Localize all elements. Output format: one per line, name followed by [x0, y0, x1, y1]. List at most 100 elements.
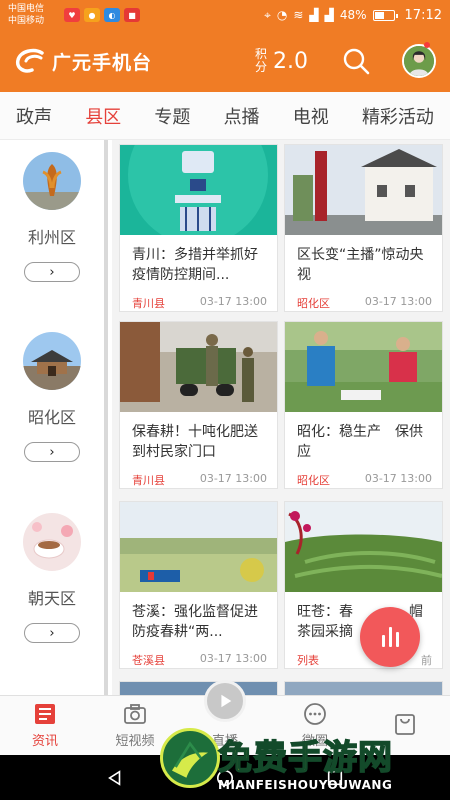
news-tag: 青川县	[132, 297, 165, 310]
district-image	[23, 513, 81, 571]
home-icon[interactable]	[216, 769, 234, 787]
carrier-info: 中国电信 中国移动	[8, 3, 62, 27]
news-thumbnail	[285, 502, 442, 592]
tab-politics[interactable]: 政声	[16, 103, 52, 129]
app-logo[interactable]: 广元手机台	[14, 48, 152, 75]
expand-button[interactable]: ›	[24, 262, 80, 282]
news-meta: 昭化区 03-17 13:00	[285, 467, 442, 488]
audio-float-button[interactable]	[360, 607, 420, 667]
news-card[interactable]	[284, 681, 443, 695]
district-image-chaotian	[23, 513, 81, 571]
news-time: 03-17 13:00	[199, 295, 267, 308]
back-icon[interactable]	[106, 769, 124, 787]
news-title: 保春耕！十吨化肥送到村民家门口	[132, 424, 258, 460]
wifi-icon: ≋	[293, 8, 304, 22]
tab-on-demand[interactable]: 点播	[224, 103, 260, 129]
logo-icon	[15, 48, 44, 73]
clock: 17:12	[404, 7, 442, 23]
sidebar-scrollbar[interactable]	[104, 140, 108, 695]
app-notification-icon: ■	[124, 8, 140, 22]
news-tag: 昭化区	[297, 474, 330, 487]
news-card[interactable]: 昭化：稳生产 保供应 昭化区 03-17 13:00	[284, 321, 443, 489]
bar-icon	[388, 627, 392, 647]
expand-button[interactable]: ›	[24, 623, 80, 643]
notification-dot	[424, 42, 430, 48]
news-icon	[35, 704, 55, 724]
nav-circle[interactable]: 微圈	[270, 696, 360, 755]
news-card[interactable]	[119, 681, 278, 695]
nav-short-video[interactable]: 短视频	[90, 696, 180, 755]
live-play-button[interactable]	[204, 680, 246, 722]
news-time: 03-17 13:00	[364, 472, 432, 485]
news-card[interactable]: 区长变“主播”惊动央视 昭化区 03-17 13:00	[284, 144, 443, 312]
app-name: 广元手机台	[52, 51, 153, 74]
district-image-lizhou	[23, 152, 81, 210]
signal-icon: ▟	[324, 8, 334, 22]
nav-shop[interactable]	[360, 696, 450, 755]
tab-districts[interactable]: 县区	[85, 103, 121, 129]
news-card[interactable]: 保春耕！十吨化肥送到村民家门口 青川县 03-17 13:00	[119, 321, 278, 489]
district-name: 朝天区	[27, 589, 76, 608]
news-tag: 昭化区	[297, 297, 330, 310]
district-item[interactable]: 朝天区 ›	[0, 513, 104, 643]
news-time: 03-17 13:00	[199, 652, 267, 665]
location-icon: ⌖	[264, 7, 271, 22]
news-tag: 青川县	[132, 474, 165, 487]
expand-button[interactable]: ›	[24, 442, 80, 462]
avatar[interactable]	[402, 44, 436, 78]
news-thumbnail	[120, 322, 277, 412]
news-meta: 青川县 03-17 13:00	[120, 290, 277, 311]
news-meta: 苍溪县 03-17 13:00	[120, 647, 277, 668]
tab-activities[interactable]: 精彩活动	[362, 103, 434, 129]
app-notification-icon: ●	[84, 8, 100, 22]
tab-topics[interactable]: 专题	[154, 103, 190, 129]
points-display[interactable]: 积分 2.0	[255, 48, 308, 74]
bar-icon	[381, 635, 385, 647]
district-item[interactable]: 昭化区 ›	[0, 332, 104, 462]
carrier-1: 中国电信	[8, 4, 45, 14]
news-card[interactable]: 青川：多措并举抓好疫情防控期间... 青川县 03-17 13:00	[119, 144, 278, 312]
status-indicators: ⌖ ◔ ≋ ▟ ▟ 48% 17:12	[264, 8, 442, 23]
recent-apps-icon[interactable]	[326, 769, 344, 787]
battery-percent: 48%	[339, 8, 367, 22]
bag-icon	[395, 713, 415, 735]
news-title: 区长变“主播”惊动央视	[297, 247, 424, 283]
news-thumbnail	[285, 322, 442, 412]
tab-tv[interactable]: 电视	[293, 103, 329, 129]
profile-photo	[404, 46, 434, 76]
news-image	[120, 322, 277, 412]
news-card[interactable]: 苍溪：强化监督促进防疫春耕“两... 苍溪县 03-17 13:00	[119, 501, 278, 669]
news-image	[120, 502, 277, 592]
news-thumbnail	[120, 682, 277, 695]
district-item[interactable]: 利州区 ›	[0, 152, 104, 282]
nav-label: 短视频	[115, 734, 155, 749]
notification-icons: ♥ ● ◐ ■	[64, 8, 140, 22]
battery-icon	[372, 9, 398, 21]
district-sidebar: 利州区 › 昭化区 › 朝天区 ›	[0, 140, 108, 695]
camera-icon	[124, 704, 146, 724]
news-title: 青川：多措并举抓好疫情防控期间...	[132, 247, 258, 283]
news-tag: 列表	[297, 654, 319, 667]
news-image	[285, 322, 442, 412]
news-image	[120, 145, 277, 235]
search-icon[interactable]	[342, 47, 370, 75]
news-thumbnail	[120, 502, 277, 592]
nav-news[interactable]: 资讯	[0, 696, 90, 755]
news-meta: 昭化区 03-17 13:00	[285, 290, 442, 311]
district-name: 昭化区	[27, 408, 76, 427]
chat-icon	[304, 703, 326, 725]
news-image	[285, 145, 442, 235]
category-tabs: 政声 县区 专题 点播 电视 精彩活动	[0, 92, 450, 140]
district-image-zhaohua	[23, 332, 81, 390]
app-header: 广元手机台 积分 2.0	[0, 30, 450, 92]
district-image	[23, 332, 81, 390]
app-screen: 中国电信 中国移动 ♥ ● ◐ ■ ⌖ ◔ ≋ ▟ ▟ 48% 17:12 广元…	[0, 0, 450, 800]
points-label: 积分	[255, 47, 268, 74]
points-value: 2.0	[273, 48, 308, 74]
status-bar: 中国电信 中国移动 ♥ ● ◐ ■ ⌖ ◔ ≋ ▟ ▟ 48% 17:12	[0, 0, 450, 30]
nav-label: 资讯	[31, 734, 58, 749]
news-time: 03-17 13:00	[364, 295, 432, 308]
news-thumbnail	[285, 145, 442, 235]
nav-label: 微圈	[301, 734, 328, 749]
news-image	[285, 502, 442, 592]
